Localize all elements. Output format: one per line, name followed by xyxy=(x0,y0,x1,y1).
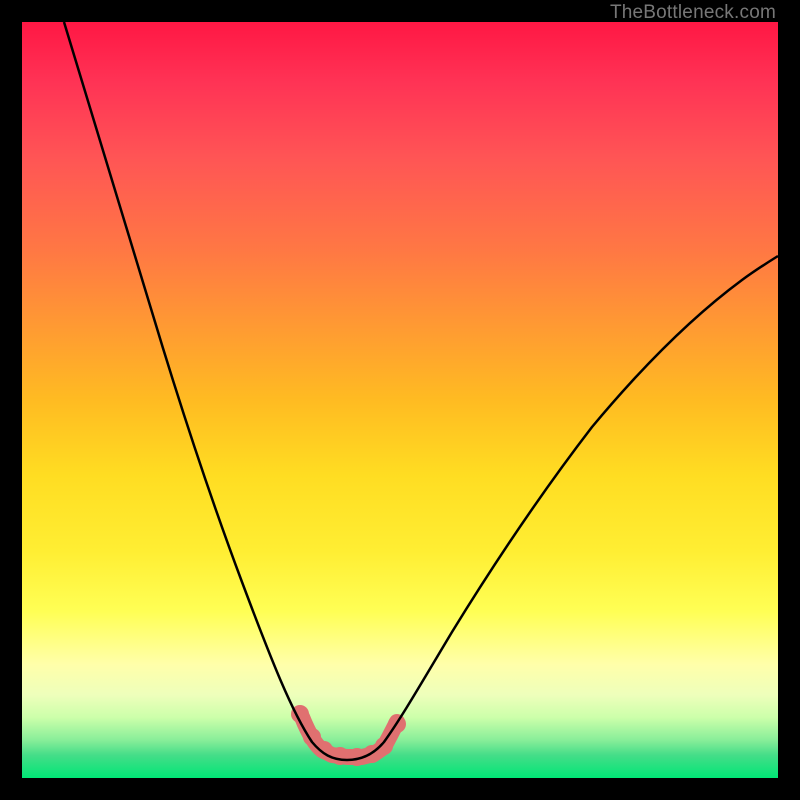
chart-area xyxy=(22,22,778,778)
bottleneck-curve-line xyxy=(64,22,778,760)
curve-overlay xyxy=(22,22,778,778)
watermark-text: TheBottleneck.com xyxy=(610,2,776,24)
marker-dot xyxy=(375,737,393,755)
marker-dot xyxy=(331,747,349,765)
